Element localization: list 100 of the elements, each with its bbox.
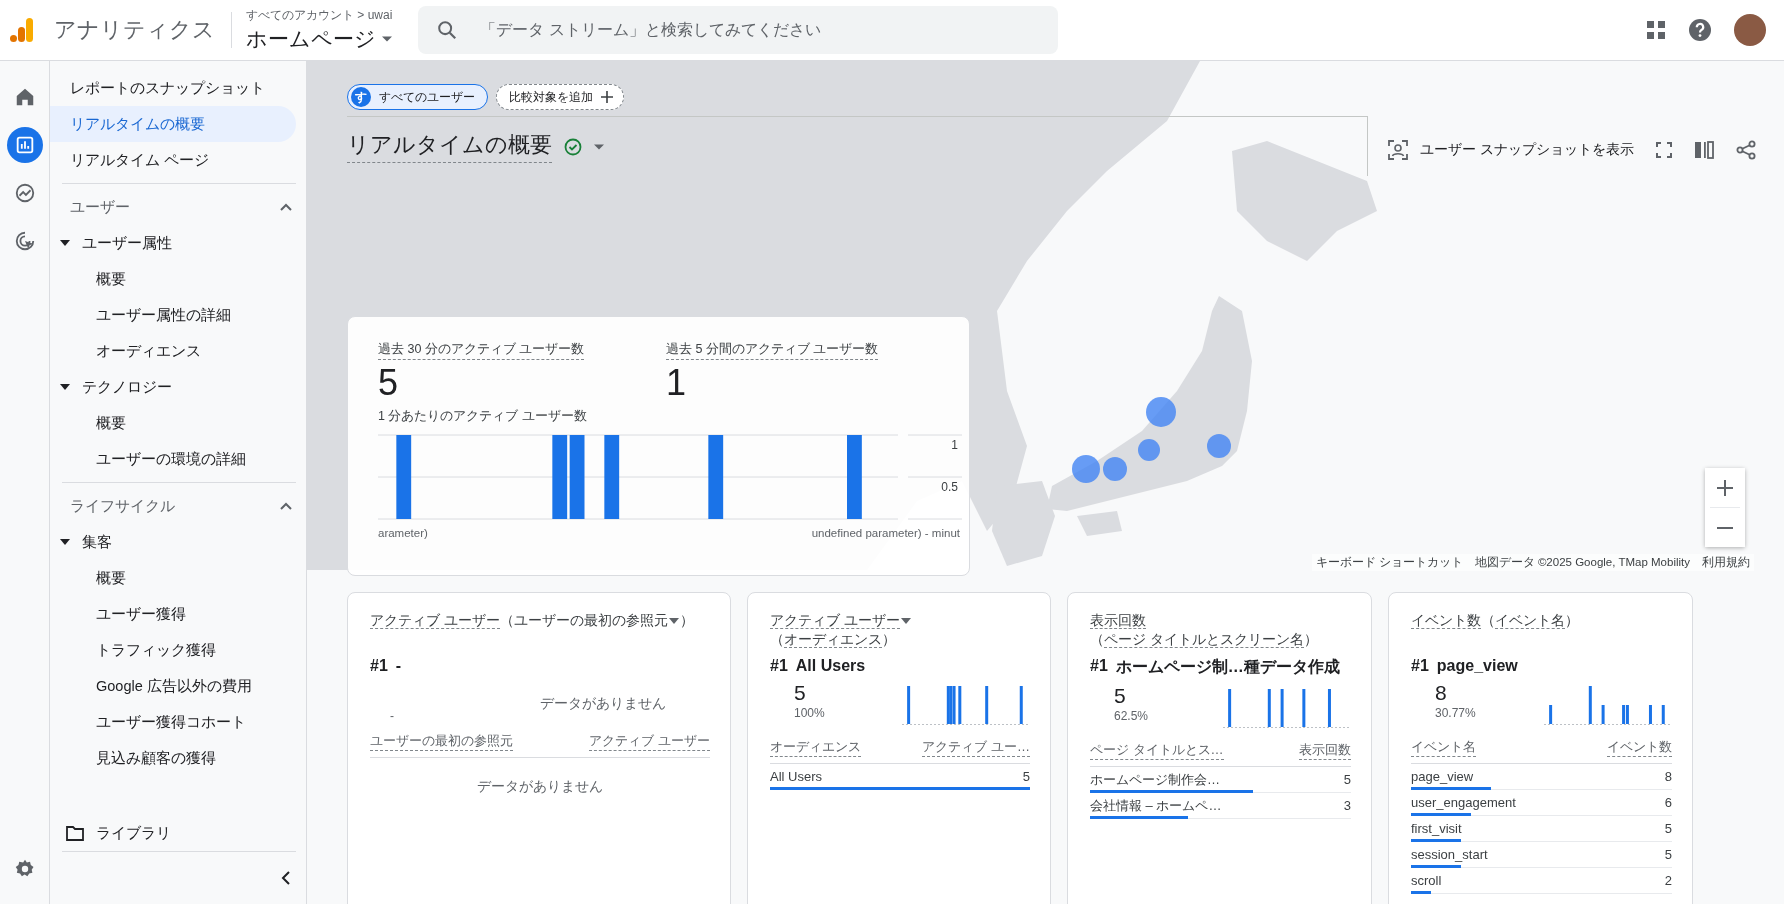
library-link[interactable]: ライブラリ [96, 823, 171, 843]
metric-value: 8 [1435, 681, 1448, 705]
nav-item[interactable]: 概要 [50, 560, 296, 596]
metric-term[interactable]: アクティブ ユーザー [370, 613, 500, 629]
collapse-chevron-icon[interactable] [281, 871, 290, 885]
check-circle-icon [564, 137, 582, 156]
column-header[interactable]: ページ タイトルとス… [1090, 741, 1224, 760]
top-item-name: ホームページ制…種データ作成 [1115, 657, 1340, 677]
nav-item[interactable]: レポートのスナップショット [50, 70, 296, 106]
section-header[interactable]: ライフサイクル [70, 496, 175, 516]
metric-term[interactable]: イベント名 [1495, 613, 1565, 629]
rank-label: #1 [770, 657, 788, 675]
nav-item[interactable]: リアルタイム ページ [50, 142, 296, 178]
x-axis-label: undefined parameter) - minut [811, 527, 960, 539]
table-cell: 5 [1664, 821, 1672, 836]
section-header[interactable]: ユーザー [70, 197, 130, 217]
metric-label[interactable]: 過去 30 分のアクティブ ユーザー数 [378, 341, 585, 360]
table-cell: 2 [1664, 873, 1672, 888]
plus-icon [601, 91, 613, 103]
column-header[interactable]: アクティブ ユーザー [589, 732, 710, 751]
avatar-icon[interactable] [1734, 14, 1766, 46]
nav-item[interactable]: ユーザー獲得コホート [50, 704, 296, 740]
folder-icon [66, 825, 84, 841]
analytics-logo-icon [8, 16, 36, 44]
table-cell: 6 [1664, 795, 1672, 810]
column-header[interactable]: アクティブ ユー… [922, 738, 1030, 757]
search-icon[interactable] [436, 19, 459, 41]
nav-group[interactable]: ユーザー属性 [82, 233, 172, 253]
metric-term[interactable]: ページ タイトルとスクリーン名 [1104, 632, 1304, 648]
metric-value: 5 [794, 681, 807, 705]
zoom-in-button[interactable] [1705, 468, 1745, 507]
compare-columns-icon[interactable] [1694, 141, 1714, 159]
nav-item[interactable]: 見込み顧客の獲得 [50, 740, 296, 776]
top-item-name: All Users [795, 657, 866, 675]
caret-icon[interactable] [60, 384, 70, 390]
nav-rail-button[interactable] [6, 127, 43, 163]
metric-label[interactable]: 過去 5 分間のアクティブ ユーザー数 [666, 341, 879, 360]
card-title: （ユーザーの最初の参照元 [499, 613, 668, 628]
table-cell: ホームページ制作会… [1090, 770, 1220, 789]
dropdown-caret-icon[interactable] [900, 618, 911, 625]
property-selector[interactable]: ホームページ [246, 25, 393, 53]
table-cell: first_visit [1411, 821, 1462, 836]
search-input[interactable]: 「データ ストリーム」と検索してみてください [478, 20, 1041, 40]
fullscreen-icon[interactable] [1656, 142, 1672, 158]
card-title: （ [770, 632, 784, 647]
nav-item[interactable]: Google 広告以外の費用 [50, 668, 296, 704]
apps-grid-icon[interactable] [1646, 20, 1666, 40]
map-attribution: 地図データ ©2025 Google, TMap Mobility [1474, 555, 1690, 570]
nav-group[interactable]: テクノロジー [82, 377, 172, 397]
metric-term[interactable]: 表示回数 [1090, 613, 1146, 629]
column-header[interactable]: イベント数 [1607, 738, 1672, 757]
nav-item[interactable]: ユーザーの環境の詳細 [50, 441, 296, 477]
caret-icon[interactable] [60, 240, 70, 246]
target-cursor-icon [13, 230, 36, 252]
nav-item[interactable]: ユーザー獲得 [50, 596, 296, 632]
table-cell: 会社情報 – ホームペ… [1090, 796, 1222, 815]
nav-item[interactable]: 概要 [50, 405, 296, 441]
metric-value: 5 [378, 362, 400, 404]
rank-label: #1 [1411, 657, 1429, 675]
metric-value: 1 [666, 362, 688, 404]
metric-term[interactable]: オーディエンス [784, 632, 882, 648]
nav-item[interactable]: ユーザー属性の詳細 [50, 297, 296, 333]
table-cell: 5 [1343, 772, 1351, 787]
account-breadcrumb[interactable]: すべてのアカウント > uwai [246, 7, 393, 24]
rank-label: #1 [370, 657, 388, 675]
column-header[interactable]: ユーザーの最初の参照元 [370, 732, 513, 751]
top-item-name: - [395, 657, 402, 675]
share-percent: 62.5% [1114, 709, 1150, 723]
card-title: ） [882, 632, 896, 647]
column-header[interactable]: 表示回数 [1299, 741, 1351, 760]
chevron-icon[interactable] [280, 203, 292, 211]
help-icon[interactable] [1688, 18, 1712, 42]
column-header[interactable]: オーディエンス [770, 738, 861, 757]
table-cell: scroll [1411, 873, 1442, 888]
map-link[interactable]: 利用規約 [1702, 555, 1750, 570]
nav-group[interactable]: 集客 [82, 532, 112, 552]
table-cell: 3 [1343, 798, 1351, 813]
metric-term[interactable]: イベント数 [1411, 613, 1481, 629]
map-link[interactable]: キーボード ショートカット [1315, 555, 1463, 570]
empty-message: データがありません [476, 778, 604, 796]
add-comparison-button[interactable]: 比較対象を追加 [496, 84, 624, 110]
plus-icon [1716, 478, 1734, 497]
share-icon[interactable] [1736, 140, 1756, 160]
nav-item[interactable]: 概要 [50, 261, 296, 297]
zoom-out-button[interactable] [1705, 508, 1745, 547]
dropdown-caret-icon[interactable] [668, 618, 679, 625]
caret-icon[interactable] [60, 539, 70, 545]
caret-icon [382, 36, 392, 42]
table-cell: page_view [1411, 769, 1474, 784]
segment-chip[interactable]: す すべてのユーザー [347, 84, 488, 110]
nav-item[interactable]: オーディエンス [50, 333, 296, 369]
chevron-icon[interactable] [280, 502, 292, 510]
column-header[interactable]: イベント名 [1411, 738, 1476, 757]
user-snapshot-button[interactable]: ユーザー スナップショットを表示 [1388, 140, 1634, 160]
table-cell: 8 [1664, 769, 1672, 784]
search-field[interactable]: 「データ ストリーム」と検索してみてください [418, 6, 1059, 54]
card-title: （ [1481, 613, 1495, 628]
nav-item[interactable]: リアルタイムの概要 [50, 106, 296, 142]
metric-term[interactable]: アクティブ ユーザー [770, 613, 900, 629]
nav-item[interactable]: トラフィック獲得 [50, 632, 296, 668]
